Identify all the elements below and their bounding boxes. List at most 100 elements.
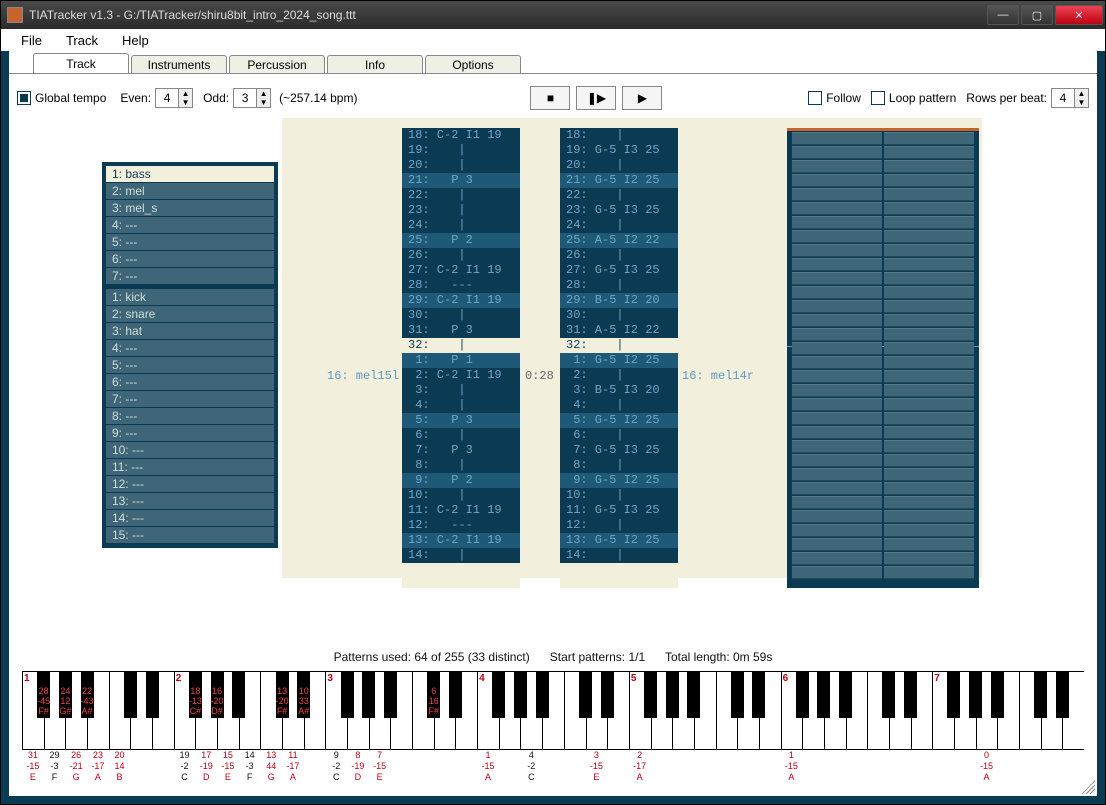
minimap-row[interactable] — [791, 370, 975, 383]
black-key[interactable] — [904, 671, 917, 718]
pattern-row[interactable]: 25: P 2 — [402, 233, 520, 248]
loop-checkbox[interactable] — [871, 91, 885, 105]
menu-file[interactable]: File — [9, 31, 54, 50]
piano-keyboard[interactable]: 123456728 -45 F#24 12 G#22 -43 A#18 -13 … — [22, 671, 1084, 786]
step-button[interactable]: ❚▶ — [576, 86, 616, 110]
list-item[interactable]: 6: --- — [106, 251, 274, 268]
black-key[interactable] — [536, 671, 549, 718]
minimap-row[interactable] — [791, 174, 975, 187]
black-key[interactable] — [687, 671, 700, 718]
minimap-row[interactable] — [791, 314, 975, 327]
pattern-row[interactable]: 11: C-2 I1 19 — [402, 503, 520, 518]
pattern-row[interactable]: 26: | — [402, 248, 520, 263]
list-item[interactable]: 12: --- — [106, 476, 274, 493]
minimap-row[interactable] — [791, 384, 975, 397]
minimap-row[interactable] — [791, 272, 975, 285]
pattern-row[interactable]: 12: | — [560, 518, 678, 533]
list-item[interactable]: 9: --- — [106, 425, 274, 442]
pattern-row[interactable]: 9: G-5 I2 25 — [560, 473, 678, 488]
black-key[interactable] — [384, 671, 397, 718]
maximize-button[interactable]: ▢ — [1021, 5, 1053, 25]
black-key[interactable] — [601, 671, 614, 718]
global-tempo-checkbox[interactable] — [17, 91, 31, 105]
pattern-row[interactable]: 11: G-5 I3 25 — [560, 503, 678, 518]
pattern-row[interactable]: 24: | — [560, 218, 678, 233]
pattern-row[interactable]: 9: P 2 — [402, 473, 520, 488]
minimap-row[interactable] — [791, 132, 975, 145]
black-key[interactable] — [492, 671, 505, 718]
pattern-row[interactable]: 14: | — [402, 548, 520, 563]
menu-help[interactable]: Help — [110, 31, 161, 50]
list-item[interactable]: 2: mel — [106, 183, 274, 200]
list-item[interactable]: 3: mel_s — [106, 200, 274, 217]
pattern-row[interactable]: 23: | — [402, 203, 520, 218]
list-item[interactable]: 4: --- — [106, 217, 274, 234]
pattern-row[interactable]: 4: | — [402, 398, 520, 413]
close-button[interactable]: ✕ — [1055, 5, 1103, 25]
list-item[interactable]: 15: --- — [106, 527, 274, 544]
minimap-row[interactable] — [791, 440, 975, 453]
minimap-row[interactable] — [791, 538, 975, 551]
black-key[interactable] — [124, 671, 137, 718]
list-item[interactable]: 13: --- — [106, 493, 274, 510]
list-item[interactable]: 7: --- — [106, 268, 274, 285]
list-item[interactable]: 7: --- — [106, 391, 274, 408]
list-item[interactable]: 6: --- — [106, 374, 274, 391]
pattern-row[interactable]: 1: G-5 I2 25 — [560, 353, 678, 368]
pattern-row[interactable]: 19: G-5 I3 25 — [560, 143, 678, 158]
black-key[interactable] — [232, 671, 245, 718]
resize-grip[interactable] — [1081, 780, 1095, 794]
black-key[interactable] — [362, 671, 375, 718]
tab-percussion[interactable]: Percussion — [229, 55, 325, 74]
pattern-row[interactable]: 13: G-5 I2 25 — [560, 533, 678, 548]
pattern-column-right[interactable]: 18: | 19: G-5 I3 2520: | 21: G-5 I2 2522… — [560, 128, 678, 588]
percussion-list[interactable]: 1: kick2: snare3: hat4: ---5: ---6: ---7… — [106, 289, 274, 544]
list-item[interactable]: 10: --- — [106, 442, 274, 459]
minimap-row[interactable] — [791, 342, 975, 355]
pattern-row[interactable]: 5: G-5 I2 25 — [560, 413, 678, 428]
pattern-row[interactable]: 13: C-2 I1 19 — [402, 533, 520, 548]
tab-track[interactable]: Track — [33, 53, 129, 74]
minimap-row[interactable] — [791, 244, 975, 257]
pattern-row[interactable]: 20: | — [402, 158, 520, 173]
black-key[interactable] — [752, 671, 765, 718]
chevron-down-icon[interactable]: ▼ — [257, 98, 270, 107]
black-key[interactable] — [146, 671, 159, 718]
pattern-row[interactable]: 27: C-2 I1 19 — [402, 263, 520, 278]
pattern-row[interactable]: 24: | — [402, 218, 520, 233]
chevron-down-icon[interactable]: ▼ — [1075, 98, 1088, 107]
minimap-row[interactable] — [791, 216, 975, 229]
black-key[interactable] — [514, 671, 527, 718]
list-item[interactable]: 1: kick — [106, 289, 274, 306]
tab-instruments[interactable]: Instruments — [131, 55, 227, 74]
pattern-row[interactable]: 27: G-5 I3 25 — [560, 263, 678, 278]
pattern-row[interactable]: 20: | — [560, 158, 678, 173]
tab-info[interactable]: Info — [327, 55, 423, 74]
minimap-row[interactable] — [791, 160, 975, 173]
black-key[interactable] — [947, 671, 960, 718]
titlebar[interactable]: TIATracker v1.3 - G:/TIATracker/shiru8bi… — [1, 1, 1105, 29]
minimap-row[interactable] — [791, 202, 975, 215]
pattern-row[interactable]: 6: | — [560, 428, 678, 443]
black-key[interactable] — [817, 671, 830, 718]
pattern-row[interactable]: 31: A-5 I2 22 — [560, 323, 678, 338]
minimap-row[interactable] — [791, 230, 975, 243]
black-key[interactable] — [666, 671, 679, 718]
minimap-row[interactable] — [791, 328, 975, 341]
minimap-row[interactable] — [791, 566, 975, 579]
pattern-row[interactable]: 18: C-2 I1 19 — [402, 128, 520, 143]
pattern-row[interactable]: 32: | — [560, 338, 678, 353]
pattern-row[interactable]: 25: A-5 I2 22 — [560, 233, 678, 248]
black-key[interactable] — [1034, 671, 1047, 718]
pattern-row[interactable]: 28: --- — [402, 278, 520, 293]
list-item[interactable]: 3: hat — [106, 323, 274, 340]
black-key[interactable] — [644, 671, 657, 718]
pattern-row[interactable]: 5: P 3 — [402, 413, 520, 428]
black-key[interactable] — [731, 671, 744, 718]
minimap-row[interactable] — [791, 146, 975, 159]
list-item[interactable]: 11: --- — [106, 459, 274, 476]
pattern-row[interactable]: 10: | — [560, 488, 678, 503]
chevron-down-icon[interactable]: ▼ — [179, 98, 192, 107]
follow-checkbox[interactable] — [808, 91, 822, 105]
list-item[interactable]: 1: bass — [106, 166, 274, 183]
